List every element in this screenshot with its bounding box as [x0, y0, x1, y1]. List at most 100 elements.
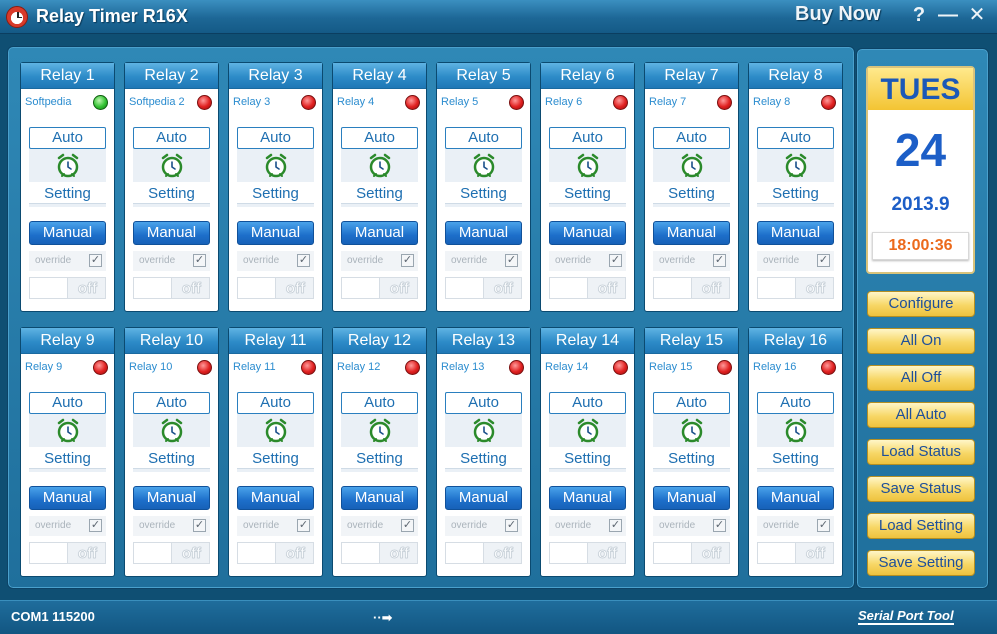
- relay-name-row: Relay 13: [437, 354, 530, 380]
- override-checkbox[interactable]: ✓: [713, 519, 726, 532]
- manual-button[interactable]: Manual: [445, 221, 522, 245]
- manual-button[interactable]: Manual: [445, 486, 522, 510]
- setting-button[interactable]: Setting: [133, 447, 210, 469]
- manual-button[interactable]: Manual: [757, 221, 834, 245]
- toggle-knob: [342, 278, 380, 298]
- override-checkbox[interactable]: ✓: [505, 519, 518, 532]
- on-off-toggle[interactable]: off: [549, 277, 626, 299]
- on-off-toggle[interactable]: off: [237, 277, 314, 299]
- setting-button[interactable]: Setting: [653, 447, 730, 469]
- override-checkbox[interactable]: ✓: [297, 519, 310, 532]
- auto-button[interactable]: Auto: [29, 127, 106, 149]
- override-checkbox[interactable]: ✓: [401, 519, 414, 532]
- setting-button[interactable]: Setting: [757, 182, 834, 204]
- setting-button[interactable]: Setting: [549, 182, 626, 204]
- configure-button[interactable]: Configure: [867, 291, 975, 317]
- auto-button[interactable]: Auto: [445, 127, 522, 149]
- setting-button[interactable]: Setting: [445, 182, 522, 204]
- auto-button[interactable]: Auto: [341, 392, 418, 414]
- help-button[interactable]: ?: [908, 3, 930, 27]
- save-status-button[interactable]: Save Status: [867, 476, 975, 502]
- override-checkbox[interactable]: ✓: [401, 254, 414, 267]
- manual-button[interactable]: Manual: [237, 221, 314, 245]
- manual-button[interactable]: Manual: [237, 486, 314, 510]
- on-off-toggle[interactable]: off: [341, 277, 418, 299]
- relay-name: Softpedia 2: [129, 96, 185, 108]
- auto-button[interactable]: Auto: [133, 127, 210, 149]
- manual-button[interactable]: Manual: [341, 221, 418, 245]
- auto-button[interactable]: Auto: [757, 392, 834, 414]
- manual-button[interactable]: Manual: [133, 221, 210, 245]
- override-checkbox[interactable]: ✓: [89, 519, 102, 532]
- manual-button[interactable]: Manual: [653, 486, 730, 510]
- setting-button[interactable]: Setting: [237, 182, 314, 204]
- setting-button[interactable]: Setting: [29, 182, 106, 204]
- on-off-toggle[interactable]: off: [549, 542, 626, 564]
- auto-button[interactable]: Auto: [29, 392, 106, 414]
- override-checkbox[interactable]: ✓: [193, 519, 206, 532]
- manual-button[interactable]: Manual: [757, 486, 834, 510]
- on-off-toggle[interactable]: off: [237, 542, 314, 564]
- alarm-clock-icon: [160, 153, 184, 178]
- minimize-button[interactable]: —: [937, 3, 959, 27]
- manual-button[interactable]: Manual: [549, 221, 626, 245]
- close-button[interactable]: ✕: [966, 3, 988, 27]
- manual-button[interactable]: Manual: [29, 221, 106, 245]
- setting-button[interactable]: Setting: [653, 182, 730, 204]
- all-auto-button[interactable]: All Auto: [867, 402, 975, 428]
- on-off-toggle[interactable]: off: [445, 277, 522, 299]
- on-off-toggle[interactable]: off: [29, 542, 106, 564]
- all-on-button[interactable]: All On: [867, 328, 975, 354]
- buy-now-link[interactable]: Buy Now: [795, 3, 881, 26]
- override-checkbox[interactable]: ✓: [817, 519, 830, 532]
- setting-button[interactable]: Setting: [133, 182, 210, 204]
- on-off-toggle[interactable]: off: [445, 542, 522, 564]
- on-off-toggle[interactable]: off: [133, 277, 210, 299]
- manual-button[interactable]: Manual: [29, 486, 106, 510]
- override-checkbox[interactable]: ✓: [609, 519, 622, 532]
- auto-button[interactable]: Auto: [133, 392, 210, 414]
- override-checkbox[interactable]: ✓: [713, 254, 726, 267]
- all-off-button[interactable]: All Off: [867, 365, 975, 391]
- manual-button[interactable]: Manual: [549, 486, 626, 510]
- on-off-toggle[interactable]: off: [757, 542, 834, 564]
- override-checkbox[interactable]: ✓: [609, 254, 622, 267]
- setting-button[interactable]: Setting: [445, 447, 522, 469]
- setting-button[interactable]: Setting: [757, 447, 834, 469]
- auto-button[interactable]: Auto: [757, 127, 834, 149]
- on-off-toggle[interactable]: off: [757, 277, 834, 299]
- manual-button[interactable]: Manual: [341, 486, 418, 510]
- relay-card: Relay 9 Relay 9 Auto Setting Manual override ✓…: [20, 327, 115, 577]
- load-setting-button[interactable]: Load Setting: [867, 513, 975, 539]
- override-checkbox[interactable]: ✓: [297, 254, 310, 267]
- override-checkbox[interactable]: ✓: [505, 254, 518, 267]
- on-off-toggle[interactable]: off: [653, 542, 730, 564]
- manual-button[interactable]: Manual: [133, 486, 210, 510]
- auto-button[interactable]: Auto: [341, 127, 418, 149]
- override-checkbox[interactable]: ✓: [817, 254, 830, 267]
- auto-button[interactable]: Auto: [653, 127, 730, 149]
- toggle-label: off: [389, 280, 410, 298]
- manual-button[interactable]: Manual: [653, 221, 730, 245]
- auto-button[interactable]: Auto: [549, 392, 626, 414]
- load-status-button[interactable]: Load Status: [867, 439, 975, 465]
- override-checkbox[interactable]: ✓: [193, 254, 206, 267]
- override-checkbox[interactable]: ✓: [89, 254, 102, 267]
- setting-button[interactable]: Setting: [549, 447, 626, 469]
- setting-button[interactable]: Setting: [237, 447, 314, 469]
- setting-button[interactable]: Setting: [341, 182, 418, 204]
- auto-button[interactable]: Auto: [549, 127, 626, 149]
- on-off-toggle[interactable]: off: [653, 277, 730, 299]
- save-setting-button[interactable]: Save Setting: [867, 550, 975, 576]
- auto-button[interactable]: Auto: [237, 127, 314, 149]
- on-off-toggle[interactable]: off: [341, 542, 418, 564]
- auto-button[interactable]: Auto: [653, 392, 730, 414]
- relay-name: Relay 16: [753, 361, 797, 373]
- status-led-icon: [405, 360, 420, 375]
- setting-button[interactable]: Setting: [29, 447, 106, 469]
- auto-button[interactable]: Auto: [445, 392, 522, 414]
- setting-button[interactable]: Setting: [341, 447, 418, 469]
- on-off-toggle[interactable]: off: [29, 277, 106, 299]
- auto-button[interactable]: Auto: [237, 392, 314, 414]
- on-off-toggle[interactable]: off: [133, 542, 210, 564]
